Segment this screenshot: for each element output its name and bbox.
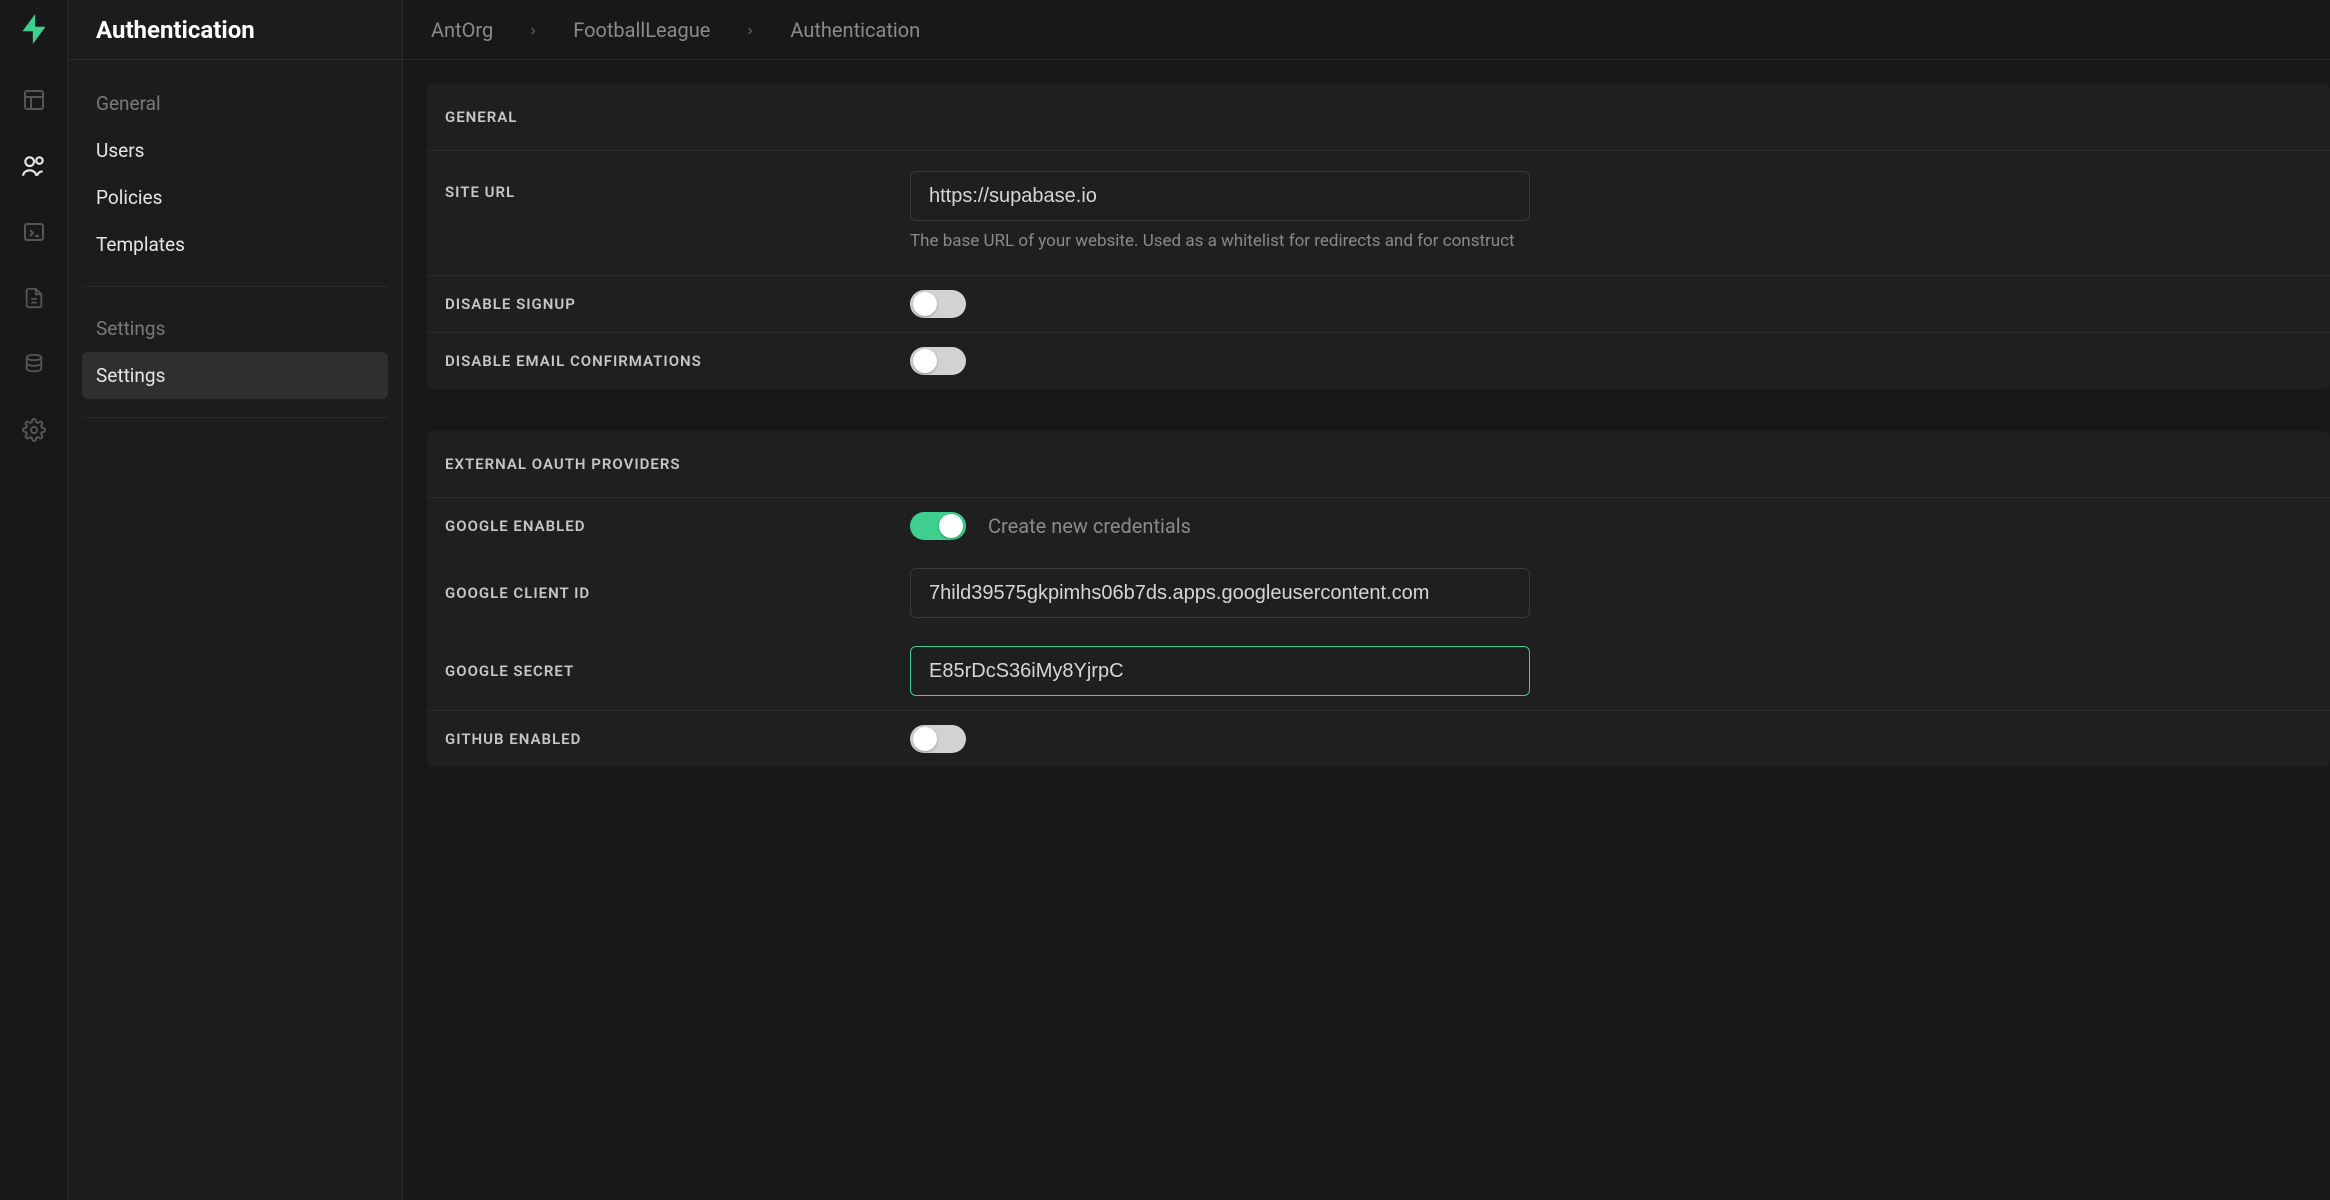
google-enabled-toggle[interactable]	[910, 512, 966, 540]
google-secret-input[interactable]	[910, 646, 1530, 696]
google-secret-label: GOOGLE SECRET	[445, 662, 890, 680]
google-client-id-input[interactable]	[910, 568, 1530, 618]
page-title: Authentication	[68, 0, 402, 60]
sidebar-item-templates[interactable]: Templates	[82, 221, 388, 268]
main-pane: AntOrg FootballLeague Authentication GEN…	[403, 0, 2330, 1200]
sidebar-divider	[82, 417, 388, 418]
sidebar-item-users[interactable]: Users	[82, 127, 388, 174]
general-card: GENERAL SITE URL The base URL of your we…	[427, 84, 2330, 389]
breadcrumb-org[interactable]: AntOrg	[431, 18, 493, 42]
breadcrumb-section[interactable]: Authentication	[790, 18, 920, 42]
general-heading: GENERAL	[427, 84, 2330, 151]
site-url-input[interactable]	[910, 171, 1530, 221]
file-icon[interactable]	[20, 284, 48, 312]
disable-signup-toggle[interactable]	[910, 290, 966, 318]
users-icon[interactable]	[20, 152, 48, 180]
disable-signup-label: DISABLE SIGNUP	[445, 295, 890, 313]
disable-email-conf-toggle[interactable]	[910, 347, 966, 375]
breadcrumb: AntOrg FootballLeague Authentication	[403, 0, 2330, 60]
chevron-right-icon	[527, 18, 539, 42]
gear-icon[interactable]	[20, 416, 48, 444]
google-client-id-label: GOOGLE CLIENT ID	[445, 584, 890, 602]
oauth-card: EXTERNAL OAUTH PROVIDERS GOOGLE ENABLED …	[427, 431, 2330, 767]
site-url-help: The base URL of your website. Used as a …	[910, 231, 2312, 251]
logo-icon	[20, 14, 48, 48]
sidebar-group-general-label: General	[82, 80, 388, 127]
sidebar-item-settings[interactable]: Settings	[82, 352, 388, 399]
breadcrumb-project[interactable]: FootballLeague	[573, 18, 710, 42]
google-enabled-label: GOOGLE ENABLED	[445, 517, 890, 535]
sidebar-item-policies[interactable]: Policies	[82, 174, 388, 221]
site-url-label: SITE URL	[445, 171, 890, 201]
database-icon[interactable]	[20, 350, 48, 378]
disable-email-conf-label: DISABLE EMAIL CONFIRMATIONS	[445, 352, 890, 370]
table-icon[interactable]	[20, 86, 48, 114]
sidebar: Authentication General Users Policies Te…	[68, 0, 403, 1200]
sidebar-divider	[82, 286, 388, 287]
terminal-icon[interactable]	[20, 218, 48, 246]
chevron-right-icon	[744, 18, 756, 42]
create-credentials-link[interactable]: Create new credentials	[988, 514, 1191, 538]
oauth-heading: EXTERNAL OAUTH PROVIDERS	[427, 431, 2330, 498]
github-enabled-label: GITHUB ENABLED	[445, 730, 890, 748]
github-enabled-toggle[interactable]	[910, 725, 966, 753]
sidebar-group-settings-label: Settings	[82, 305, 388, 352]
icon-rail	[0, 0, 68, 1200]
